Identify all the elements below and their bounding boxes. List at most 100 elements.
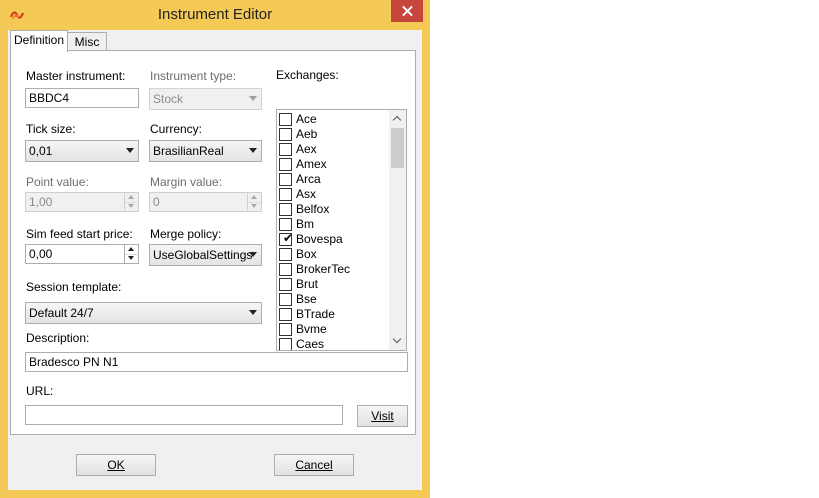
scroll-up-icon[interactable] [389, 110, 406, 127]
exchange-name: Box [296, 247, 317, 261]
master-instrument-label: Master instrument: [26, 69, 126, 83]
exchanges-label: Exchanges: [276, 68, 339, 82]
instrument-type-label: Instrument type: [150, 69, 237, 83]
title-bar[interactable]: Instrument Editor [0, 0, 430, 30]
exchange-item[interactable]: Asx [279, 187, 389, 202]
exchange-item[interactable]: Box [279, 247, 389, 262]
exchange-item[interactable]: Bse [279, 292, 389, 307]
instrument-type-select[interactable]: Stock [149, 88, 262, 110]
exchange-checkbox[interactable] [279, 338, 292, 350]
spinner-buttons [124, 193, 138, 211]
merge-policy-value: UseGlobalSettings [153, 248, 253, 262]
exchange-item[interactable]: Aex [279, 142, 389, 157]
session-template-value: Default 24/7 [29, 306, 94, 320]
scrollbar-thumb[interactable] [391, 128, 404, 168]
master-instrument-input[interactable]: BBDC4 [25, 88, 139, 108]
exchange-checkbox[interactable] [279, 278, 292, 291]
sim-feed-start-price-value: 0,00 [29, 247, 53, 261]
exchange-item[interactable]: Ace [279, 112, 389, 127]
exchange-checkbox[interactable] [279, 203, 292, 216]
exchange-name: Aeb [296, 127, 318, 141]
sim-feed-start-price-spinner[interactable]: 0,00 [25, 244, 139, 264]
exchange-name: Brut [296, 277, 319, 291]
description-input[interactable]: Bradesco PN N1 [25, 352, 408, 372]
margin-value-value: 0 [153, 195, 160, 209]
chevron-down-icon [249, 310, 257, 315]
exchange-item[interactable]: Arca [279, 172, 389, 187]
exchange-name: Asx [296, 187, 317, 201]
tick-size-label: Tick size: [26, 122, 76, 136]
ok-button[interactable]: OK [76, 454, 156, 476]
merge-policy-label: Merge policy: [150, 227, 222, 241]
exchange-checkbox[interactable] [279, 143, 292, 156]
spin-down-icon[interactable] [248, 202, 261, 211]
spinner-buttons [124, 245, 138, 263]
currency-value: BrasilianReal [153, 144, 224, 158]
session-template-select[interactable]: Default 24/7 [25, 302, 262, 324]
description-label: Description: [26, 331, 90, 345]
exchange-name: Bvme [296, 322, 327, 336]
close-button[interactable] [391, 0, 423, 22]
exchange-checkbox[interactable] [279, 323, 292, 336]
exchange-name: Belfox [296, 202, 330, 216]
exchange-item[interactable]: BrokerTec [279, 262, 389, 277]
url-input[interactable] [25, 405, 343, 425]
listbox-scrollbar[interactable] [389, 110, 406, 350]
tab-misc[interactable]: Misc [67, 32, 107, 52]
exchange-checkbox[interactable] [279, 293, 292, 306]
spinner-buttons [247, 193, 261, 211]
exchange-name: Caes [296, 337, 325, 351]
checkmark-icon: ✔ [283, 231, 294, 245]
cancel-button[interactable]: Cancel [274, 454, 354, 476]
exchange-checkbox[interactable] [279, 128, 292, 141]
dialog-client-area: Definition Misc Master instrument: BBDC4… [8, 30, 422, 490]
point-value-spinner[interactable]: 1,00 [25, 192, 139, 212]
exchange-item[interactable]: Amex [279, 157, 389, 172]
exchange-checkbox[interactable] [279, 188, 292, 201]
spin-down-icon[interactable] [125, 254, 138, 263]
exchange-checkbox[interactable] [279, 113, 292, 126]
exchange-name: Amex [296, 157, 327, 171]
exchange-item[interactable]: Brut [279, 277, 389, 292]
exchange-checkbox[interactable] [279, 308, 292, 321]
definition-panel: Master instrument: BBDC4 Instrument type… [10, 50, 416, 435]
chevron-down-icon [249, 252, 257, 257]
chevron-down-icon [249, 96, 257, 101]
exchanges-listbox[interactable]: Ace Aeb Aex Amex Arca Asx Belfox Bm ✔ Bovespa Box B… [276, 109, 407, 351]
tick-size-select[interactable]: 0,01 [25, 140, 139, 162]
merge-policy-select[interactable]: UseGlobalSettings [149, 244, 262, 266]
chevron-down-icon [249, 148, 257, 153]
cancel-button-label: Cancel [295, 458, 333, 472]
point-value-label: Point value: [26, 175, 89, 189]
exchange-checkbox[interactable] [279, 218, 292, 231]
tab-definition[interactable]: Definition [10, 30, 68, 52]
margin-value-spinner[interactable]: 0 [149, 192, 262, 212]
spin-down-icon[interactable] [125, 202, 138, 211]
exchange-name: BTrade [296, 307, 335, 321]
exchange-name: Bse [296, 292, 317, 306]
scroll-down-icon[interactable] [389, 333, 406, 350]
exchange-checkbox[interactable] [279, 263, 292, 276]
exchange-item[interactable]: Belfox [279, 202, 389, 217]
exchange-item[interactable]: Aeb [279, 127, 389, 142]
exchange-checkbox[interactable] [279, 173, 292, 186]
currency-label: Currency: [150, 122, 203, 136]
exchange-checkbox[interactable] [279, 248, 292, 261]
sim-feed-start-price-label: Sim feed start price: [26, 227, 133, 241]
exchange-item[interactable]: ✔ Bovespa [279, 232, 389, 247]
url-label: URL: [26, 384, 54, 398]
exchange-checkbox[interactable] [279, 158, 292, 171]
exchange-name: Ace [296, 112, 317, 126]
exchange-name: Bm [296, 217, 314, 231]
exchange-item[interactable]: BTrade [279, 307, 389, 322]
instrument-type-value: Stock [153, 92, 184, 106]
currency-select[interactable]: BrasilianReal [149, 140, 262, 162]
exchange-checkbox[interactable]: ✔ [279, 231, 294, 246]
exchange-name: BrokerTec [296, 262, 351, 276]
exchange-item[interactable]: Bvme [279, 322, 389, 337]
exchange-item[interactable]: Caes [279, 337, 389, 351]
exchange-item[interactable]: Bm [279, 217, 389, 232]
margin-value-label: Margin value: [150, 175, 223, 189]
visit-button[interactable]: Visit [357, 405, 408, 427]
visit-button-label: Visit [371, 409, 394, 423]
